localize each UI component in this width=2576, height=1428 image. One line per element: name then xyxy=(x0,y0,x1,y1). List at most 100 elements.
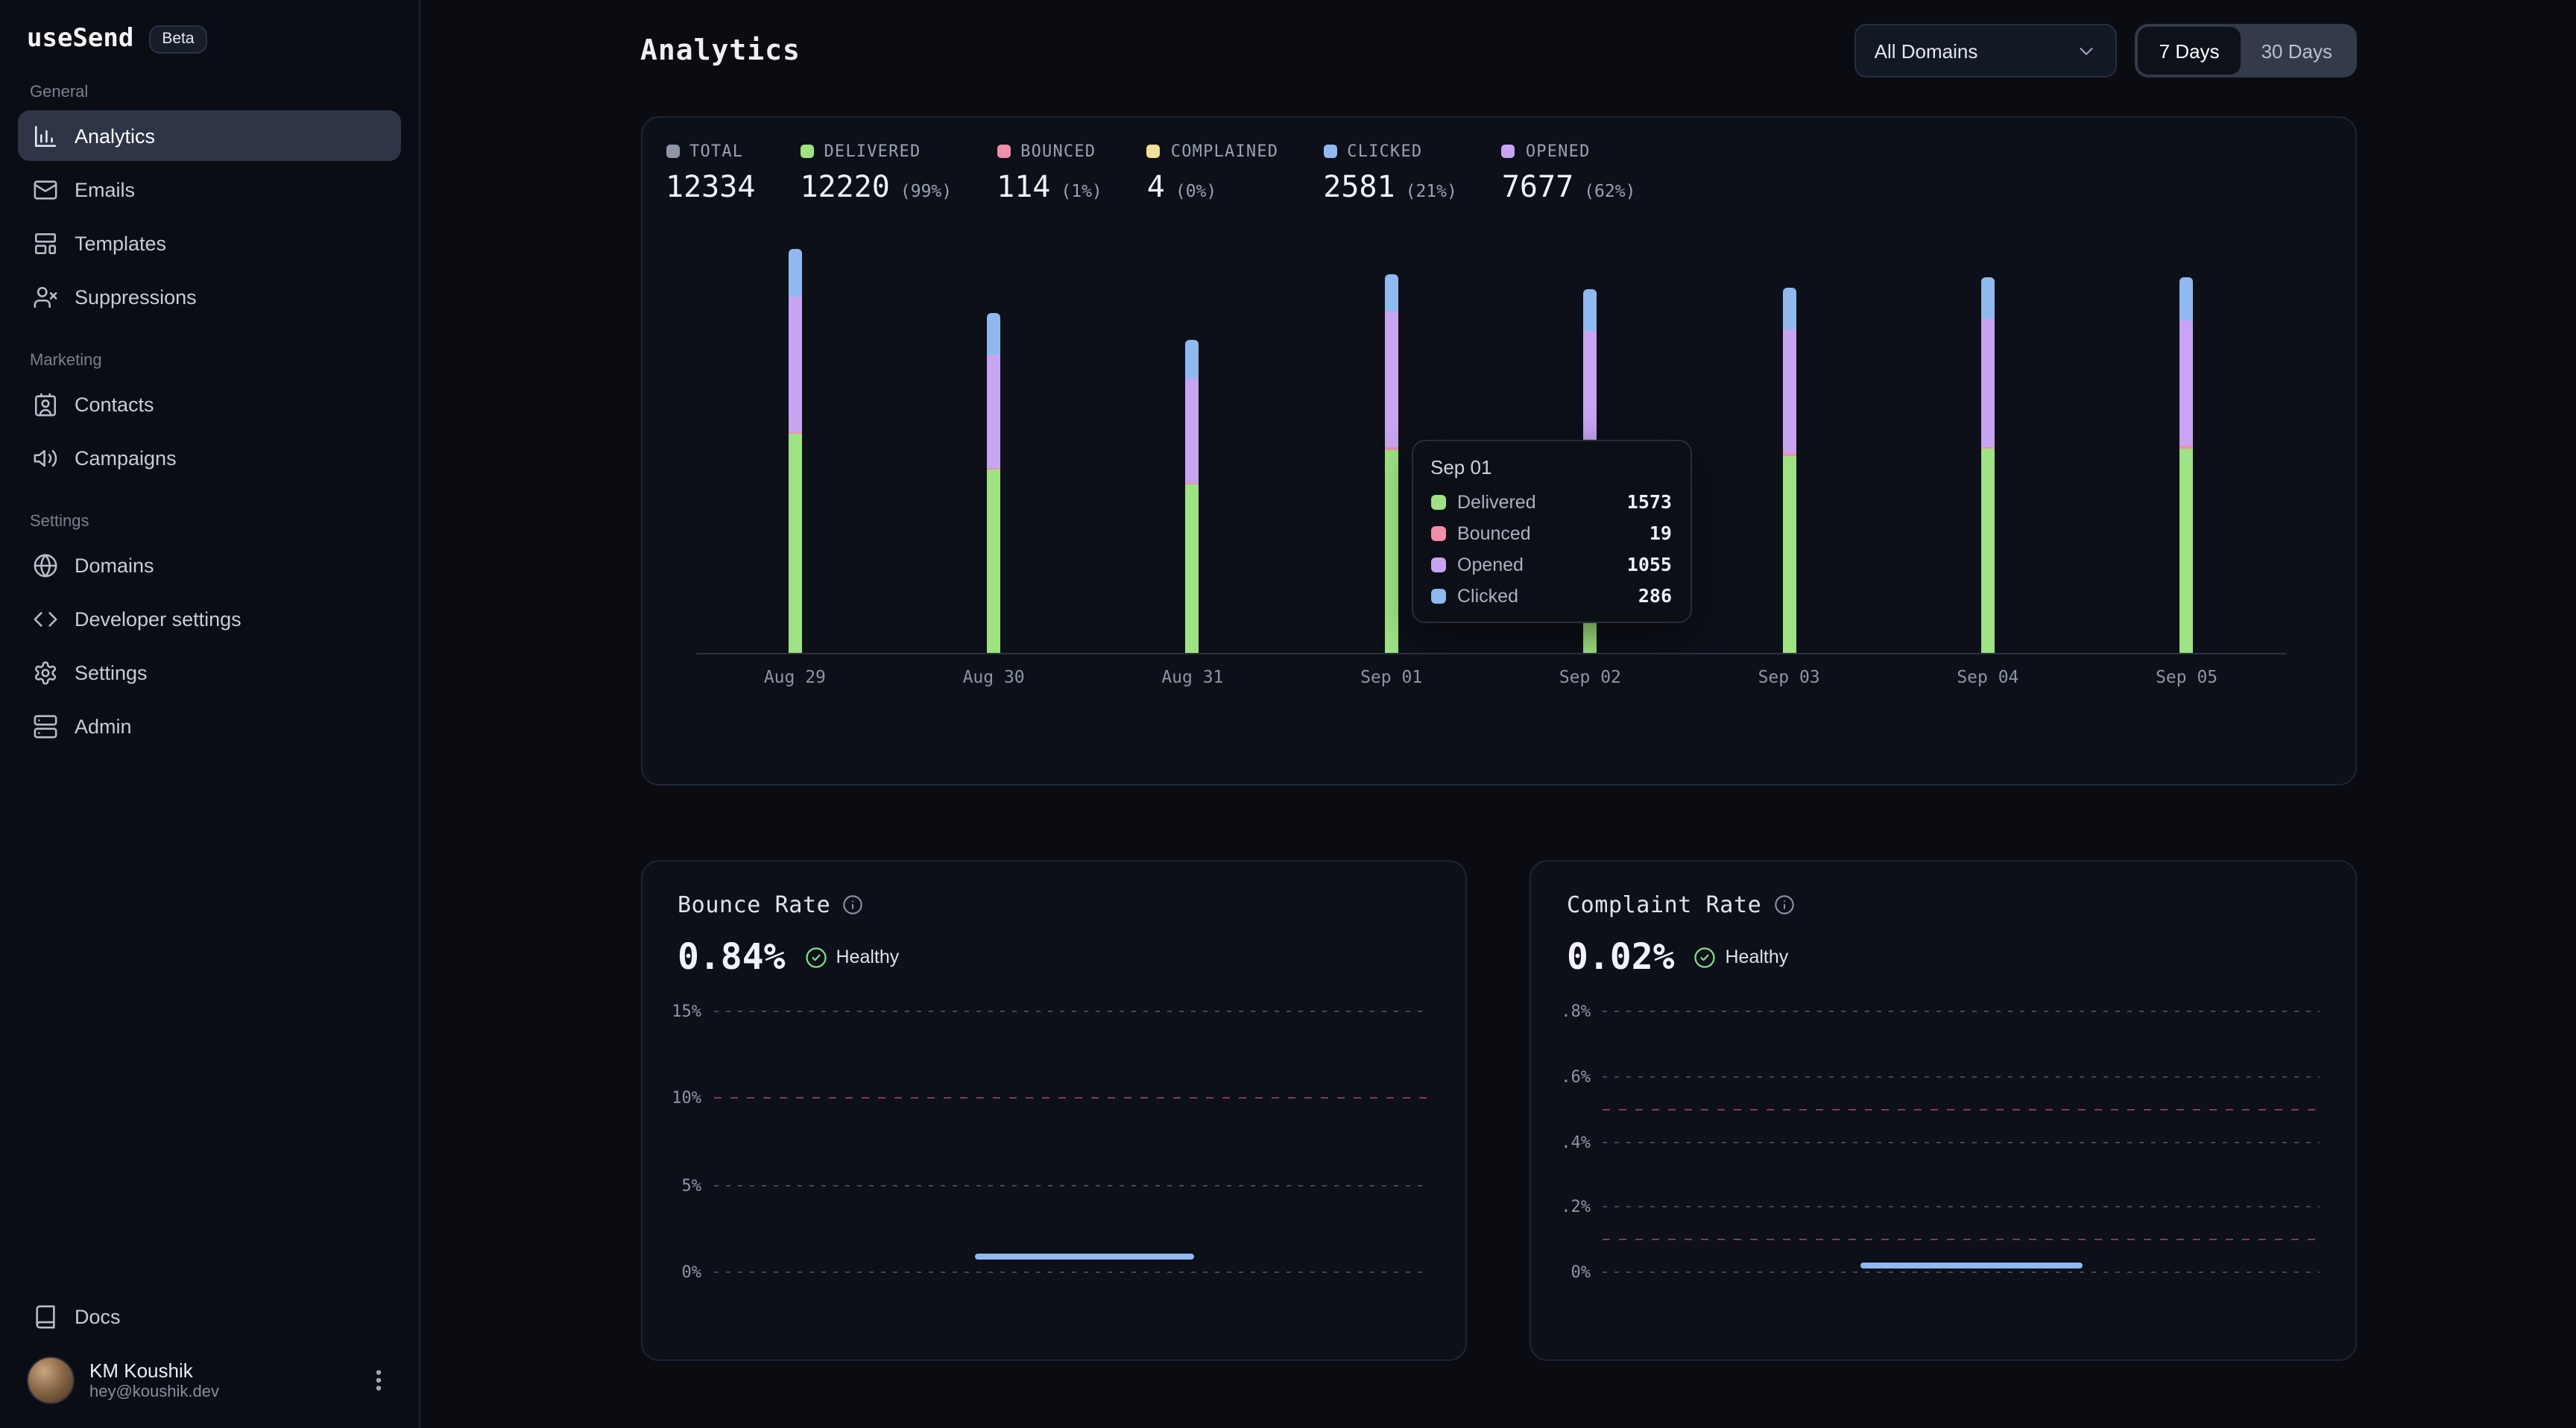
tooltip-dot xyxy=(1430,557,1445,572)
x-tick-label: Sep 05 xyxy=(2087,666,2286,687)
bar-aug-31[interactable] xyxy=(1093,231,1292,653)
sidebar-section-label: Marketing xyxy=(30,352,389,370)
sidebar-item-label: Templates xyxy=(75,232,166,254)
stat-value: 12220 xyxy=(800,168,889,204)
bar-sep-03[interactable] xyxy=(1690,231,1889,653)
sidebar-item-label: Campaigns xyxy=(75,446,177,469)
analytics-chart-card: TOTAL12334DELIVERED12220(99%)BOUNCED114(… xyxy=(640,116,2356,786)
stat-complained: COMPLAINED4(0%) xyxy=(1147,142,1278,204)
dots-vertical-icon[interactable] xyxy=(365,1367,392,1394)
bar-segment-clicked xyxy=(1186,340,1199,379)
sidebar-item-contacts[interactable]: Contacts xyxy=(18,379,401,429)
gridline xyxy=(713,1011,1430,1012)
bar-segment-opened xyxy=(1385,312,1398,448)
stat-value: 12334 xyxy=(666,168,755,204)
app-root: useSend Beta GeneralAnalyticsEmailsTempl… xyxy=(0,0,2576,1428)
y-tick-label: 5% xyxy=(654,1175,701,1195)
bar-segment-delivered xyxy=(987,470,1000,653)
info-icon[interactable] xyxy=(842,894,863,915)
bar-segment-opened xyxy=(1186,379,1199,482)
sidebar-item-label: Developer settings xyxy=(75,607,242,630)
tooltip-row: Clicked286 xyxy=(1430,584,1672,607)
complained-legend-dot xyxy=(1147,145,1161,158)
template-icon xyxy=(33,230,58,256)
stacked-bar xyxy=(1186,340,1199,653)
chart-tooltip: Sep 01 Delivered1573Bounced19Opened1055C… xyxy=(1411,440,1691,623)
total-legend-dot xyxy=(666,145,679,158)
range-7-days[interactable]: 7 Days xyxy=(2138,27,2241,75)
stat-value: 7677 xyxy=(1502,168,1573,204)
x-tick-label: Sep 02 xyxy=(1491,666,1690,687)
domain-select-value: All Domains xyxy=(1875,40,1978,62)
stat-label: BOUNCED xyxy=(1020,142,1096,161)
logo-row: useSend Beta xyxy=(18,21,401,54)
rate-cards-row: Bounce Rate 0.84% Healthy 15%10%5%0% xyxy=(640,860,2356,1361)
chevron-down-icon xyxy=(2076,40,2098,62)
y-tick-label: .8% xyxy=(1543,1002,1591,1021)
bar-sep-05[interactable] xyxy=(2087,231,2286,653)
bar-segment-clicked xyxy=(788,249,801,296)
bar-segment-clicked xyxy=(1981,277,1995,320)
bounce-rate-plot: 15%10%5%0% xyxy=(654,1011,1430,1286)
stat-percentage: (62%) xyxy=(1584,180,1635,201)
rate-data-line xyxy=(1860,1262,2083,1268)
threshold-line xyxy=(1603,1239,2319,1240)
page-title: Analytics xyxy=(640,34,801,67)
complaint-status-badge: Healthy xyxy=(1694,946,1789,968)
sidebar-item-label: Suppressions xyxy=(75,285,197,308)
domain-select[interactable]: All Domains xyxy=(1855,24,2118,78)
sidebar-item-emails[interactable]: Emails xyxy=(18,164,401,215)
gear-icon xyxy=(33,660,58,685)
tooltip-rows: Delivered1573Bounced19Opened1055Clicked2… xyxy=(1430,490,1672,607)
stat-percentage: (99%) xyxy=(900,180,952,201)
stat-label: OPENED xyxy=(1526,142,1591,161)
tooltip-row: Delivered1573 xyxy=(1430,490,1672,513)
bar-segment-opened xyxy=(987,355,1000,468)
check-circle-icon xyxy=(805,946,827,968)
complaint-rate-head: Complaint Rate xyxy=(1567,891,2319,918)
gridline xyxy=(1603,1011,2319,1012)
sidebar-item-docs[interactable]: Docs xyxy=(18,1291,401,1342)
sidebar-item-campaigns[interactable]: Campaigns xyxy=(18,432,401,483)
bar-segment-delivered xyxy=(1186,484,1199,653)
sidebar-item-admin[interactable]: Admin xyxy=(18,701,401,751)
stacked-bar xyxy=(1385,274,1398,653)
bounce-rate-card: Bounce Rate 0.84% Healthy 15%10%5%0% xyxy=(640,860,1467,1361)
sidebar-item-label: Analytics xyxy=(75,124,155,147)
bar-segment-clicked xyxy=(1385,274,1398,312)
rate-data-line xyxy=(975,1254,1193,1260)
app-logo[interactable]: useSend xyxy=(27,24,133,54)
bar-segment-clicked xyxy=(987,313,1000,354)
info-icon[interactable] xyxy=(1773,894,1794,915)
x-tick-label: Sep 03 xyxy=(1690,666,1889,687)
range-toggle: 7 Days30 Days xyxy=(2135,24,2356,78)
sidebar-item-suppressions[interactable]: Suppressions xyxy=(18,271,401,322)
stats-row: TOTAL12334DELIVERED12220(99%)BOUNCED114(… xyxy=(642,118,2355,204)
contact-icon xyxy=(33,391,58,417)
bar-aug-29[interactable] xyxy=(695,231,894,653)
bar-segment-opened xyxy=(2180,320,2194,446)
bar-chart-icon xyxy=(33,123,58,148)
y-tick-label: 15% xyxy=(654,1002,701,1021)
tooltip-label: Bounced xyxy=(1457,522,1638,543)
gridline xyxy=(1603,1141,2319,1143)
user-menu[interactable]: KM Koushik hey@koushik.dev xyxy=(18,1345,401,1407)
sidebar-item-label: Domains xyxy=(75,554,154,576)
sidebar-section-label: Settings xyxy=(30,513,389,531)
y-tick-label: 0% xyxy=(1543,1263,1591,1282)
tooltip-label: Opened xyxy=(1457,554,1615,575)
sidebar-item-domains[interactable]: Domains xyxy=(18,540,401,590)
bounced-legend-dot xyxy=(997,145,1010,158)
gridline xyxy=(1603,1271,2319,1273)
range-30-days[interactable]: 30 Days xyxy=(2241,27,2353,75)
tooltip-value: 286 xyxy=(1638,584,1672,607)
bar-sep-04[interactable] xyxy=(1889,231,2088,653)
sidebar-item-analytics[interactable]: Analytics xyxy=(18,110,401,161)
bar-aug-30[interactable] xyxy=(894,231,1093,653)
bar-segment-clicked xyxy=(2180,277,2194,320)
sidebar-item-developer-settings[interactable]: Developer settings xyxy=(18,593,401,644)
page-header: Analytics All Domains 7 Days30 Days xyxy=(640,24,2356,78)
sidebar-item-templates[interactable]: Templates xyxy=(18,218,401,268)
sidebar-item-settings[interactable]: Settings xyxy=(18,647,401,698)
sidebar-item-label: Docs xyxy=(75,1305,121,1327)
